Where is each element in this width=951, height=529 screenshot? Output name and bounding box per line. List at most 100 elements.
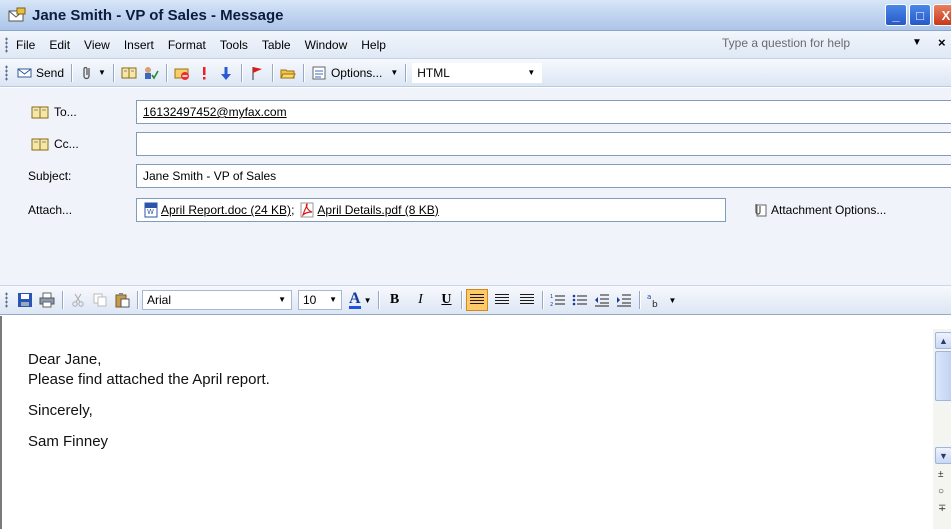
toolbar-separator xyxy=(165,63,167,82)
minimize-button[interactable]: _ xyxy=(885,4,907,26)
phonetic-guide-button[interactable]: ab xyxy=(644,289,666,311)
message-format-value: HTML xyxy=(417,65,450,80)
scroll-down-button[interactable]: ▼ xyxy=(935,447,951,464)
toolbar-grip[interactable] xyxy=(5,36,8,53)
menu-file[interactable]: File xyxy=(14,38,42,52)
to-field[interactable]: 16132497452@myfax.com xyxy=(136,100,951,124)
print-button[interactable] xyxy=(36,289,58,311)
to-button[interactable]: To... xyxy=(31,105,77,119)
cc-field[interactable] xyxy=(136,132,951,156)
attach-file-button[interactable]: ▼ xyxy=(76,62,109,84)
align-left-button[interactable] xyxy=(466,289,489,311)
body-line: Please find attached the April report. xyxy=(28,371,270,388)
attach-dropdown-icon[interactable]: ▼ xyxy=(98,68,106,77)
align-right-button[interactable] xyxy=(516,289,538,311)
underline-button[interactable]: U xyxy=(435,289,457,311)
paperclip-icon xyxy=(79,65,95,81)
toolbar-separator xyxy=(137,291,138,309)
bold-button[interactable]: B xyxy=(383,289,405,311)
high-importance-button[interactable] xyxy=(193,62,215,84)
help-search-input[interactable]: Type a question for help xyxy=(722,36,850,50)
toolbar-separator xyxy=(271,63,273,82)
address-book-button[interactable] xyxy=(118,62,140,84)
menu-help[interactable]: Help xyxy=(354,38,393,52)
attach-label[interactable]: Attach... xyxy=(28,203,72,217)
select-browse-object-button[interactable]: ○ xyxy=(938,486,944,497)
subject-value: Jane Smith - VP of Sales xyxy=(143,169,277,183)
body-line: Sincerely, xyxy=(28,402,93,419)
svg-text:1: 1 xyxy=(550,294,553,300)
message-body[interactable]: Dear Jane, Please find attached the Apri… xyxy=(0,316,951,529)
cut-button[interactable] xyxy=(67,289,89,311)
italic-button[interactable]: I xyxy=(409,289,431,311)
toolbar-grip[interactable] xyxy=(5,64,8,81)
to-row: To... 16132497452@myfax.com xyxy=(0,97,951,127)
menu-edit[interactable]: Edit xyxy=(42,38,77,52)
chevron-down-icon[interactable]: ▼ xyxy=(527,68,535,77)
menu-insert[interactable]: Insert xyxy=(117,38,161,52)
numbering-button[interactable]: 12 xyxy=(547,289,569,311)
scroll-up-button[interactable]: ▲ xyxy=(935,332,951,349)
toolbar-options-icon[interactable]: ▼ xyxy=(668,296,676,305)
decrease-indent-button[interactable] xyxy=(591,289,613,311)
help-dropdown-icon[interactable]: ▼ xyxy=(912,37,922,48)
align-center-button[interactable] xyxy=(491,289,513,311)
maximize-button[interactable]: □ xyxy=(909,4,931,26)
word-doc-icon: W xyxy=(143,202,159,218)
copy-button[interactable] xyxy=(89,289,111,311)
paste-button[interactable] xyxy=(111,289,133,311)
low-importance-button[interactable] xyxy=(215,62,237,84)
font-name-select[interactable]: Arial ▼ xyxy=(142,290,292,310)
attachment-options-icon xyxy=(752,202,768,218)
body-text[interactable]: Dear Jane, Please find attached the Apri… xyxy=(28,350,270,452)
options-icon xyxy=(311,65,327,81)
send-button[interactable]: Send xyxy=(14,62,67,84)
menu-view[interactable]: View xyxy=(77,38,117,52)
permission-button[interactable] xyxy=(171,62,193,84)
next-page-button[interactable]: ∓ xyxy=(938,503,946,514)
open-folder-icon xyxy=(280,65,296,81)
attachment-link[interactable]: April Details.pdf (8 KB) xyxy=(317,203,438,217)
attachment-link[interactable]: April Report.doc (24 KB) xyxy=(161,203,291,217)
vertical-scrollbar[interactable]: ▲ ▼ ± ○ ∓ xyxy=(933,329,951,529)
menu-tools[interactable]: Tools xyxy=(213,38,255,52)
chevron-down-icon[interactable]: ▼ xyxy=(278,295,286,304)
font-color-button[interactable]: A ▼ xyxy=(346,289,374,311)
close-button[interactable]: X xyxy=(933,4,951,26)
font-size-select[interactable]: 10 ▼ xyxy=(298,290,342,310)
save-button[interactable] xyxy=(14,289,36,311)
subject-field[interactable]: Jane Smith - VP of Sales xyxy=(136,164,951,188)
check-names-button[interactable] xyxy=(140,62,162,84)
standard-toolbar: Send ▼ Options... ▼ HTML ▼ xyxy=(0,59,951,87)
check-names-icon xyxy=(143,65,159,81)
cc-button[interactable]: Cc... xyxy=(31,137,79,151)
increase-indent-button[interactable] xyxy=(613,289,635,311)
svg-text:2: 2 xyxy=(550,302,553,308)
options-dropdown-icon[interactable]: ▼ xyxy=(390,68,398,77)
message-icon xyxy=(8,7,26,23)
previous-page-button[interactable]: ± xyxy=(938,469,944,480)
title-bar: Jane Smith - VP of Sales - Message _ □ X xyxy=(0,0,951,31)
follow-up-button[interactable] xyxy=(246,62,268,84)
message-format-select[interactable]: HTML ▼ xyxy=(412,62,543,83)
font-color-icon: A xyxy=(349,290,361,309)
cc-label: Cc... xyxy=(54,137,79,151)
toolbar-separator xyxy=(378,291,380,309)
options-button[interactable]: Options... ▼ xyxy=(308,62,401,84)
close-document-button[interactable]: × xyxy=(938,35,946,50)
attachments-field[interactable]: W April Report.doc (24 KB) ; April Detai… xyxy=(136,198,726,222)
to-recipient[interactable]: 16132497452@myfax.com xyxy=(143,105,287,119)
toolbar-separator xyxy=(62,291,63,309)
attachment-options-button[interactable]: Attachment Options... xyxy=(752,202,886,218)
menu-table[interactable]: Table xyxy=(255,38,298,52)
scroll-thumb[interactable] xyxy=(935,351,951,401)
toolbar-grip[interactable] xyxy=(5,292,8,308)
restricted-envelope-icon xyxy=(174,65,190,81)
menu-window[interactable]: Window xyxy=(298,38,355,52)
menu-format[interactable]: Format xyxy=(161,38,213,52)
bullets-button[interactable] xyxy=(569,289,591,311)
toolbar-separator xyxy=(302,63,304,82)
font-color-dropdown-icon[interactable]: ▼ xyxy=(364,296,372,305)
envelope-button[interactable] xyxy=(277,62,299,84)
chevron-down-icon[interactable]: ▼ xyxy=(329,295,337,304)
